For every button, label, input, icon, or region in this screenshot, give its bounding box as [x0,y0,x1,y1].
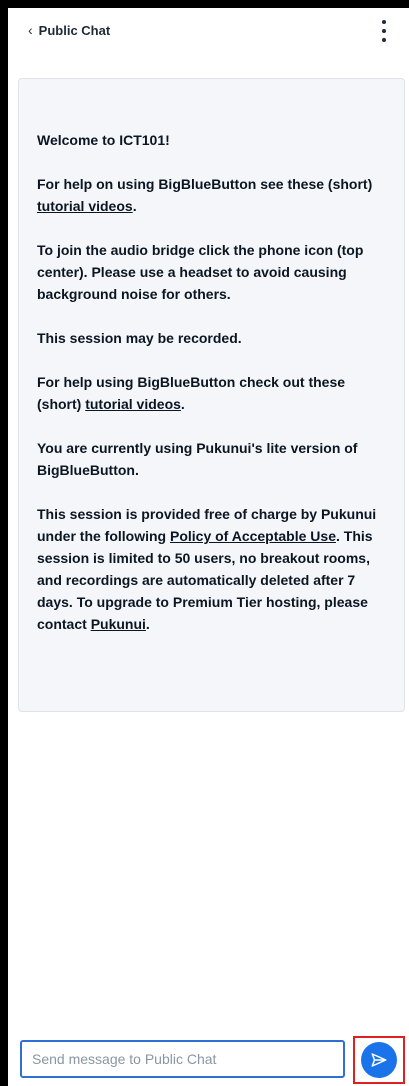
lite-version-notice: You are currently using Pukunui's lite v… [37,440,358,478]
recording-notice: This session may be recorded. [37,330,242,346]
back-to-chat-list-button[interactable]: ‹ Public Chat [28,20,110,40]
chevron-left-icon: ‹ [28,22,33,38]
help-text-2: For help using BigBlueButton check out t… [37,371,386,415]
send-button[interactable] [361,1042,397,1078]
terms-suffix: . [145,616,150,632]
message-input[interactable] [20,1040,345,1078]
more-vertical-icon[interactable] [379,20,389,42]
terms-notice: This session is provided free of charge … [37,503,386,635]
welcome-title: Welcome to ICT101! [37,132,170,148]
chat-title: Public Chat [38,22,111,38]
policy-link[interactable]: Policy of Acceptable Use [170,528,336,544]
send-icon [371,1053,387,1067]
help-text-1-suffix: . [132,198,137,214]
welcome-message: Welcome to ICT101! For help on using Big… [18,78,405,712]
pukunui-contact-link[interactable]: Pukunui [91,616,146,632]
help-text-2-suffix: . [180,396,185,412]
help-text-1-prefix: For help on using BigBlueButton see thes… [37,176,373,192]
tutorial-videos-link-2[interactable]: tutorial videos [85,396,181,412]
help-text-1: For help on using BigBlueButton see thes… [37,173,386,217]
public-chat-panel: ‹ Public Chat Welcome to ICT101! For hel… [8,8,409,1086]
message-composer [8,1036,409,1084]
help-text-2-prefix: For help using BigBlueButton check out t… [37,374,346,412]
chat-header: ‹ Public Chat [8,8,409,52]
tutorial-videos-link-1[interactable]: tutorial videos [37,198,133,214]
send-button-highlight [353,1036,405,1084]
audio-instructions: To join the audio bridge click the phone… [37,242,364,302]
